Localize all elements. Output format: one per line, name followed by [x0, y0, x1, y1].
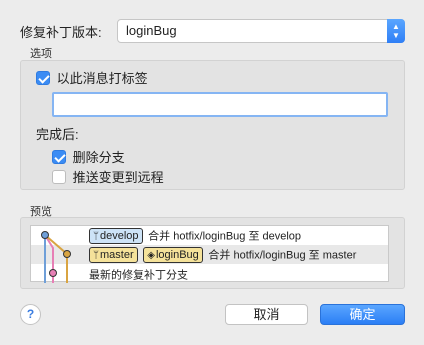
delete-branch-checkbox[interactable] [52, 149, 66, 164]
ref-develop: ᛘdevelop [89, 227, 143, 244]
preview-panel: ᛘdevelop 合并 hotfix/loginBug 至 develop ᛘm… [30, 225, 389, 283]
preview-row-1: ᛘdevelop 合并 hotfix/loginBug 至 develop [89, 227, 301, 244]
version-select[interactable]: loginBug ▲ ▼ [117, 19, 405, 43]
tag-input[interactable] [52, 92, 388, 117]
tag-icon: ◈ [147, 249, 155, 261]
help-button[interactable]: ? [20, 304, 41, 325]
graph-node-develop [41, 231, 49, 239]
preview-row-3: 最新的修复补丁分支 [89, 266, 188, 283]
tag-checkbox[interactable] [36, 70, 50, 85]
commit-graph [41, 231, 71, 283]
ok-button[interactable]: 确定 [320, 304, 405, 325]
branch-icon: ᛘ [93, 249, 99, 261]
tag-checkbox-label: 以此消息打标签 [56, 71, 148, 86]
preview-row-2: ᛘmaster ◈loginBug 合并 hotfix/loginBug 至 m… [89, 246, 356, 263]
graph-node-master [63, 250, 71, 258]
options-title: 选项 [30, 48, 52, 60]
push-remote-checkbox[interactable] [52, 169, 66, 184]
cancel-button[interactable]: 取消 [225, 304, 308, 325]
preview-row-3-text: 最新的修复补丁分支 [89, 269, 188, 282]
ref-loginbug: ◈loginBug [143, 246, 203, 263]
preview-row-2-text: 合并 hotfix/loginBug 至 master [208, 249, 357, 262]
tag-checkbox-row[interactable]: 以此消息打标签 [36, 68, 148, 87]
branch-icon: ᛘ [93, 230, 99, 242]
version-select-value: loginBug [126, 23, 177, 38]
push-remote-label: 推送变更到远程 [72, 170, 164, 185]
graph-node-hotfix [49, 269, 57, 277]
preview-row-1-text: 合并 hotfix/loginBug 至 develop [148, 230, 302, 243]
delete-branch-row[interactable]: 删除分支 [52, 147, 125, 166]
push-remote-row[interactable]: 推送变更到远程 [52, 167, 164, 186]
ref-master: ᛘmaster [89, 246, 138, 263]
select-arrows-icon: ▲ ▼ [387, 19, 405, 43]
after-label: 完成后: [36, 127, 79, 142]
delete-branch-label: 删除分支 [72, 150, 125, 165]
version-label: 修复补丁版本: [20, 25, 102, 40]
